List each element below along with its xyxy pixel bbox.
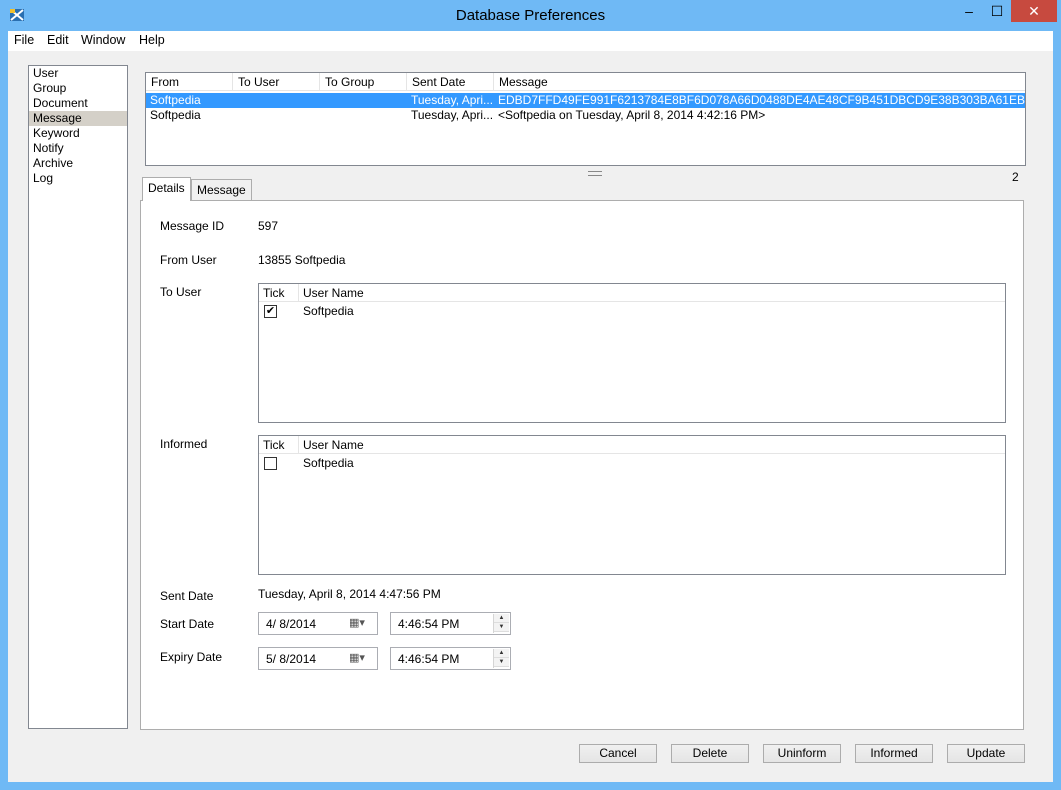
informed-grid-header: Tick User Name	[259, 436, 1005, 454]
message-id-label: Message ID	[160, 219, 225, 233]
nav-item-archive[interactable]: Archive	[29, 156, 127, 171]
delete-button[interactable]: Delete	[671, 744, 749, 763]
column-from[interactable]: From	[146, 73, 233, 91]
to-user-name: Softpedia	[303, 304, 354, 318]
message-count: 2	[1012, 170, 1019, 184]
to-user-grid-header: Tick User Name	[259, 284, 1005, 302]
expiry-time-picker[interactable]: 4:46:54 PM ▲ ▼	[390, 647, 511, 670]
nav-item-group[interactable]: Group	[29, 81, 127, 96]
nav-item-notify[interactable]: Notify	[29, 141, 127, 156]
nav-item-document[interactable]: Document	[29, 96, 127, 111]
expiry-date-label: Expiry Date	[160, 650, 223, 664]
start-time-picker[interactable]: 4:46:54 PM ▲ ▼	[390, 612, 511, 635]
nav-item-log[interactable]: Log	[29, 171, 127, 186]
cell-message: EDBD7FFD49FE991F6213784E8BF6D078A66D0488…	[498, 93, 1025, 107]
cell-sent-date: Tuesday, Apri...	[411, 108, 494, 122]
nav-item-keyword[interactable]: Keyword	[29, 126, 127, 141]
splitter-grip-icon[interactable]	[588, 171, 602, 176]
cell-sent-date: Tuesday, Apri...	[411, 93, 494, 107]
expiry-date-value: 5/ 8/2014	[266, 652, 317, 666]
spin-down-icon[interactable]: ▼	[494, 623, 509, 632]
message-row[interactable]: Softpedia Tuesday, Apri... <Softpedia on…	[146, 108, 1025, 123]
cell-message: <Softpedia on Tuesday, April 8, 2014 4:4…	[498, 108, 766, 122]
tab-details[interactable]: Details	[142, 177, 191, 201]
minimize-button[interactable]: ‒	[958, 0, 980, 22]
cell-to-group	[320, 108, 407, 123]
menu-window[interactable]: Window	[81, 33, 125, 47]
calendar-dropdown-icon[interactable]: ▦▾	[349, 616, 373, 631]
sent-date-value: Tuesday, April 8, 2014 4:47:56 PM	[258, 587, 441, 601]
maximize-button[interactable]: ☐	[986, 0, 1008, 22]
informed-button[interactable]: Informed	[855, 744, 933, 763]
column-tick[interactable]: Tick	[259, 284, 299, 302]
column-sent-date[interactable]: Sent Date	[407, 73, 494, 91]
spin-buttons[interactable]: ▲ ▼	[493, 614, 509, 633]
app-window: Database Preferences ‒ ☐ ✕ File Edit Win…	[0, 0, 1061, 790]
message-row[interactable]: Softpedia Tuesday, Apri... EDBD7FFD49FE9…	[146, 93, 1025, 108]
informed-grid[interactable]: Tick User Name Softpedia	[258, 435, 1006, 575]
start-date-picker[interactable]: 4/ 8/2014 ▦▾	[258, 612, 378, 635]
close-button[interactable]: ✕	[1011, 0, 1057, 22]
expiry-date-picker[interactable]: 5/ 8/2014 ▦▾	[258, 647, 378, 670]
spin-buttons[interactable]: ▲ ▼	[493, 649, 509, 668]
to-user-label: To User	[160, 285, 202, 299]
menu-bar: File Edit Window Help	[8, 31, 1053, 51]
tab-message[interactable]: Message	[191, 179, 252, 201]
column-user-name[interactable]: User Name	[299, 436, 1005, 454]
calendar-dropdown-icon[interactable]: ▦▾	[349, 651, 373, 666]
cell-to-user	[233, 108, 320, 123]
message-list[interactable]: From To User To Group Sent Date Message …	[145, 72, 1026, 166]
column-user-name[interactable]: User Name	[299, 284, 1005, 302]
message-list-header: From To User To Group Sent Date Message	[146, 73, 1025, 91]
to-user-grid[interactable]: Tick User Name ✔ Softpedia	[258, 283, 1006, 423]
spin-up-icon[interactable]: ▲	[494, 614, 509, 623]
column-to-user[interactable]: To User	[233, 73, 320, 91]
informed-tick-checkbox[interactable]	[264, 457, 277, 470]
uninform-button[interactable]: Uninform	[763, 744, 841, 763]
details-panel: Message ID 597 From User 13855 Softpedia…	[140, 200, 1024, 730]
spin-up-icon[interactable]: ▲	[494, 649, 509, 658]
menu-edit[interactable]: Edit	[47, 33, 69, 47]
cell-from: Softpedia	[150, 93, 201, 107]
category-list[interactable]: User Group Document Message Keyword Noti…	[28, 65, 128, 729]
message-id-value: 597	[258, 219, 279, 233]
window-title: Database Preferences	[455, 7, 606, 24]
cell-to-user	[233, 93, 320, 108]
start-time-value: 4:46:54 PM	[398, 617, 460, 631]
update-button[interactable]: Update	[947, 744, 1025, 763]
nav-item-message[interactable]: Message	[29, 111, 127, 126]
client-area: File Edit Window Help User Group Documen…	[8, 31, 1053, 782]
cancel-button[interactable]: Cancel	[579, 744, 657, 763]
nav-item-user[interactable]: User	[29, 66, 127, 81]
expiry-time-value: 4:46:54 PM	[398, 652, 460, 666]
cell-from: Softpedia	[150, 108, 201, 122]
menu-help[interactable]: Help	[139, 33, 165, 47]
from-user-label: From User	[160, 253, 217, 267]
cell-to-group	[320, 93, 407, 108]
title-bar[interactable]: Database Preferences ‒ ☐ ✕	[0, 0, 1061, 31]
start-date-label: Start Date	[160, 617, 215, 631]
to-user-tick-checkbox[interactable]: ✔	[264, 305, 277, 318]
start-date-value: 4/ 8/2014	[266, 617, 317, 631]
informed-user-name: Softpedia	[303, 456, 354, 470]
from-user-value: 13855 Softpedia	[258, 253, 346, 267]
menu-file[interactable]: File	[14, 33, 34, 47]
sent-date-label: Sent Date	[160, 589, 214, 603]
column-message[interactable]: Message	[494, 73, 1025, 91]
spin-down-icon[interactable]: ▼	[494, 658, 509, 667]
column-to-group[interactable]: To Group	[320, 73, 407, 91]
informed-label: Informed	[160, 437, 208, 451]
column-tick[interactable]: Tick	[259, 436, 299, 454]
